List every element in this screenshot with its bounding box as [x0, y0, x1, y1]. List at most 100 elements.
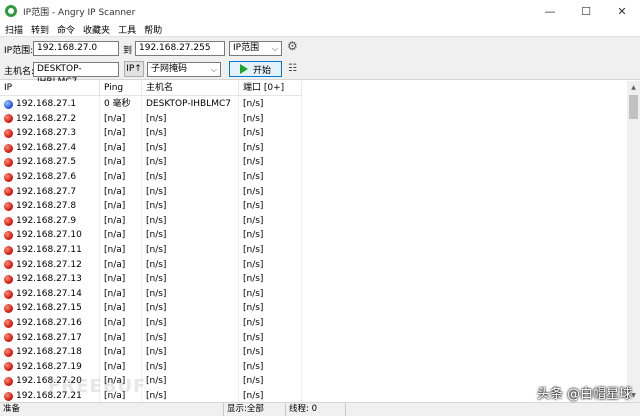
table-row[interactable]: 192.168.27.11 [n/a] [n/s] [n/s] — [0, 243, 302, 258]
menu-tools[interactable]: 工具 — [116, 23, 142, 36]
maximize-button[interactable]: ☐ — [568, 0, 604, 22]
menu-goto[interactable]: 转到 — [29, 23, 55, 36]
table-row[interactable]: 192.168.27.5 [n/a] [n/s] [n/s] — [0, 155, 302, 170]
ping-cell: [n/a] — [104, 244, 126, 255]
ping-cell: [n/a] — [104, 230, 126, 241]
ip-address: 192.168.27.12 — [16, 259, 82, 270]
chevron-down-icon: ⌵ — [210, 65, 217, 74]
table-row[interactable]: 192.168.27.4 [n/a] [n/s] [n/s] — [0, 141, 302, 156]
host-dead-icon — [4, 187, 13, 197]
host-dead-icon — [4, 347, 13, 357]
start-button[interactable]: 开始 — [229, 61, 282, 77]
table-row[interactable]: 192.168.27.20 [n/a] [n/s] [n/s] — [0, 374, 302, 389]
menu-bar: 扫描 转到 命令 收藏夹 工具 帮助 — [0, 22, 640, 36]
ping-cell: [n/a] — [104, 288, 126, 299]
hostname-cell: [n/s] — [146, 317, 167, 328]
toolbar: IP范围: 192.168.27.0 到 192.168.27.255 IP范围… — [0, 36, 640, 87]
close-button[interactable]: ✕ — [604, 0, 640, 22]
ip-up-button[interactable]: IP↑ — [124, 61, 144, 77]
ports-cell: [n/s] — [243, 317, 264, 328]
table-row[interactable]: 192.168.27.17 [n/a] [n/s] [n/s] — [0, 331, 302, 346]
host-dead-icon — [4, 304, 13, 314]
ping-cell: [n/a] — [104, 201, 126, 212]
ip-end-input[interactable]: 192.168.27.255 — [135, 41, 225, 56]
hostname-cell: [n/s] — [146, 361, 167, 372]
ports-cell: [n/s] — [243, 288, 264, 299]
ip-cell: 192.168.27.1 — [0, 97, 100, 112]
scroll-up-icon[interactable]: ▲ — [627, 81, 640, 94]
scroll-thumb[interactable] — [629, 95, 638, 119]
play-icon — [239, 64, 248, 74]
hostname-cell: [n/s] — [146, 332, 167, 343]
ip-cell: 192.168.27.10 — [0, 228, 100, 243]
host-dead-icon — [4, 289, 13, 299]
ping-cell: [n/a] — [104, 332, 126, 343]
ip-address: 192.168.27.15 — [16, 303, 82, 314]
ip-address: 192.168.27.5 — [16, 157, 77, 168]
table-row[interactable]: 192.168.27.7 [n/a] [n/s] [n/s] — [0, 185, 302, 200]
hostname-cell: [n/s] — [146, 142, 167, 153]
table-row[interactable]: 192.168.27.3 [n/a] [n/s] [n/s] — [0, 126, 302, 141]
column-header-ip[interactable]: IP — [0, 81, 100, 96]
ip-address: 192.168.27.10 — [16, 230, 82, 241]
hostname-cell: DESKTOP-IHBLMC7 — [146, 99, 231, 109]
ip-address: 192.168.27.18 — [16, 347, 82, 358]
ip-start-input[interactable]: 192.168.27.0 — [33, 41, 119, 56]
table-row[interactable]: 192.168.27.1 0 毫秒 DESKTOP-IHBLMC7 [n/s] — [0, 97, 302, 112]
hostname-input[interactable]: DESKTOP-IHBLMC7 — [33, 62, 119, 87]
column-header-ports[interactable]: 端口 [0+] — [239, 81, 302, 96]
table-row[interactable]: 192.168.27.10 [n/a] [n/s] [n/s] — [0, 228, 302, 243]
table-row[interactable]: 192.168.27.18 [n/a] [n/s] [n/s] — [0, 345, 302, 360]
ports-cell: [n/s] — [243, 303, 264, 314]
netmask-select[interactable]: 子网掩码 ⌵ — [147, 62, 221, 77]
hostname-cell: [n/s] — [146, 288, 167, 299]
table-row[interactable]: 192.168.27.12 [n/a] [n/s] [n/s] — [0, 258, 302, 273]
ip-address: 192.168.27.4 — [16, 142, 77, 153]
menu-help[interactable]: 帮助 — [142, 23, 168, 36]
hostname-cell: [n/s] — [146, 244, 167, 255]
hostname-cell: [n/s] — [146, 171, 167, 182]
table-row[interactable]: 192.168.27.6 [n/a] [n/s] [n/s] — [0, 170, 302, 185]
ip-cell: 192.168.27.18 — [0, 345, 100, 360]
list-icon[interactable]: ☷ — [288, 63, 297, 74]
ports-cell: [n/s] — [243, 128, 264, 139]
ip-address: 192.168.27.3 — [16, 128, 77, 139]
range-type-select[interactable]: IP范围 ⌵ — [229, 41, 282, 56]
table-row[interactable]: 192.168.27.19 [n/a] [n/s] [n/s] — [0, 360, 302, 375]
ip-cell: 192.168.27.12 — [0, 258, 100, 273]
hostname-cell: [n/s] — [146, 376, 167, 387]
gear-icon[interactable]: ⚙ — [287, 39, 298, 53]
ip-address: 192.168.27.14 — [16, 288, 82, 299]
menu-favorites[interactable]: 收藏夹 — [81, 23, 116, 36]
table-row[interactable]: 192.168.27.13 [n/a] [n/s] [n/s] — [0, 272, 302, 287]
host-dead-icon — [4, 143, 13, 153]
ip-cell: 192.168.27.2 — [0, 112, 100, 127]
host-dead-icon — [4, 245, 13, 255]
table-row[interactable]: 192.168.27.9 [n/a] [n/s] [n/s] — [0, 214, 302, 229]
vertical-scrollbar[interactable]: ▲ ▼ — [627, 81, 640, 402]
minimize-button[interactable]: — — [532, 0, 568, 22]
table-row[interactable]: 192.168.27.16 [n/a] [n/s] [n/s] — [0, 316, 302, 331]
ports-cell: [n/s] — [243, 259, 264, 270]
ip-cell: 192.168.27.9 — [0, 214, 100, 229]
table-row[interactable]: 192.168.27.15 [n/a] [n/s] [n/s] — [0, 301, 302, 316]
host-dead-icon — [4, 201, 13, 211]
column-header-ping[interactable]: Ping — [100, 81, 142, 96]
table-row[interactable]: 192.168.27.2 [n/a] [n/s] [n/s] — [0, 112, 302, 127]
menu-scan[interactable]: 扫描 — [3, 23, 29, 36]
menu-commands[interactable]: 命令 — [55, 23, 81, 36]
table-row[interactable]: 192.168.27.8 [n/a] [n/s] [n/s] — [0, 199, 302, 214]
host-dead-icon — [4, 362, 13, 372]
ports-cell: [n/s] — [243, 186, 264, 197]
column-header-hostname[interactable]: 主机名 — [142, 81, 239, 96]
hostname-cell: [n/s] — [146, 274, 167, 285]
status-bar: 准备 显示:全部 线程: 0 — [0, 402, 640, 416]
ports-cell: [n/s] — [243, 201, 264, 212]
ip-cell: 192.168.27.7 — [0, 185, 100, 200]
ping-cell: [n/a] — [104, 142, 126, 153]
ping-cell: [n/a] — [104, 157, 126, 168]
host-dead-icon — [4, 318, 13, 328]
ip-cell: 192.168.27.17 — [0, 331, 100, 346]
hostname-cell: [n/s] — [146, 347, 167, 358]
table-row[interactable]: 192.168.27.14 [n/a] [n/s] [n/s] — [0, 287, 302, 302]
